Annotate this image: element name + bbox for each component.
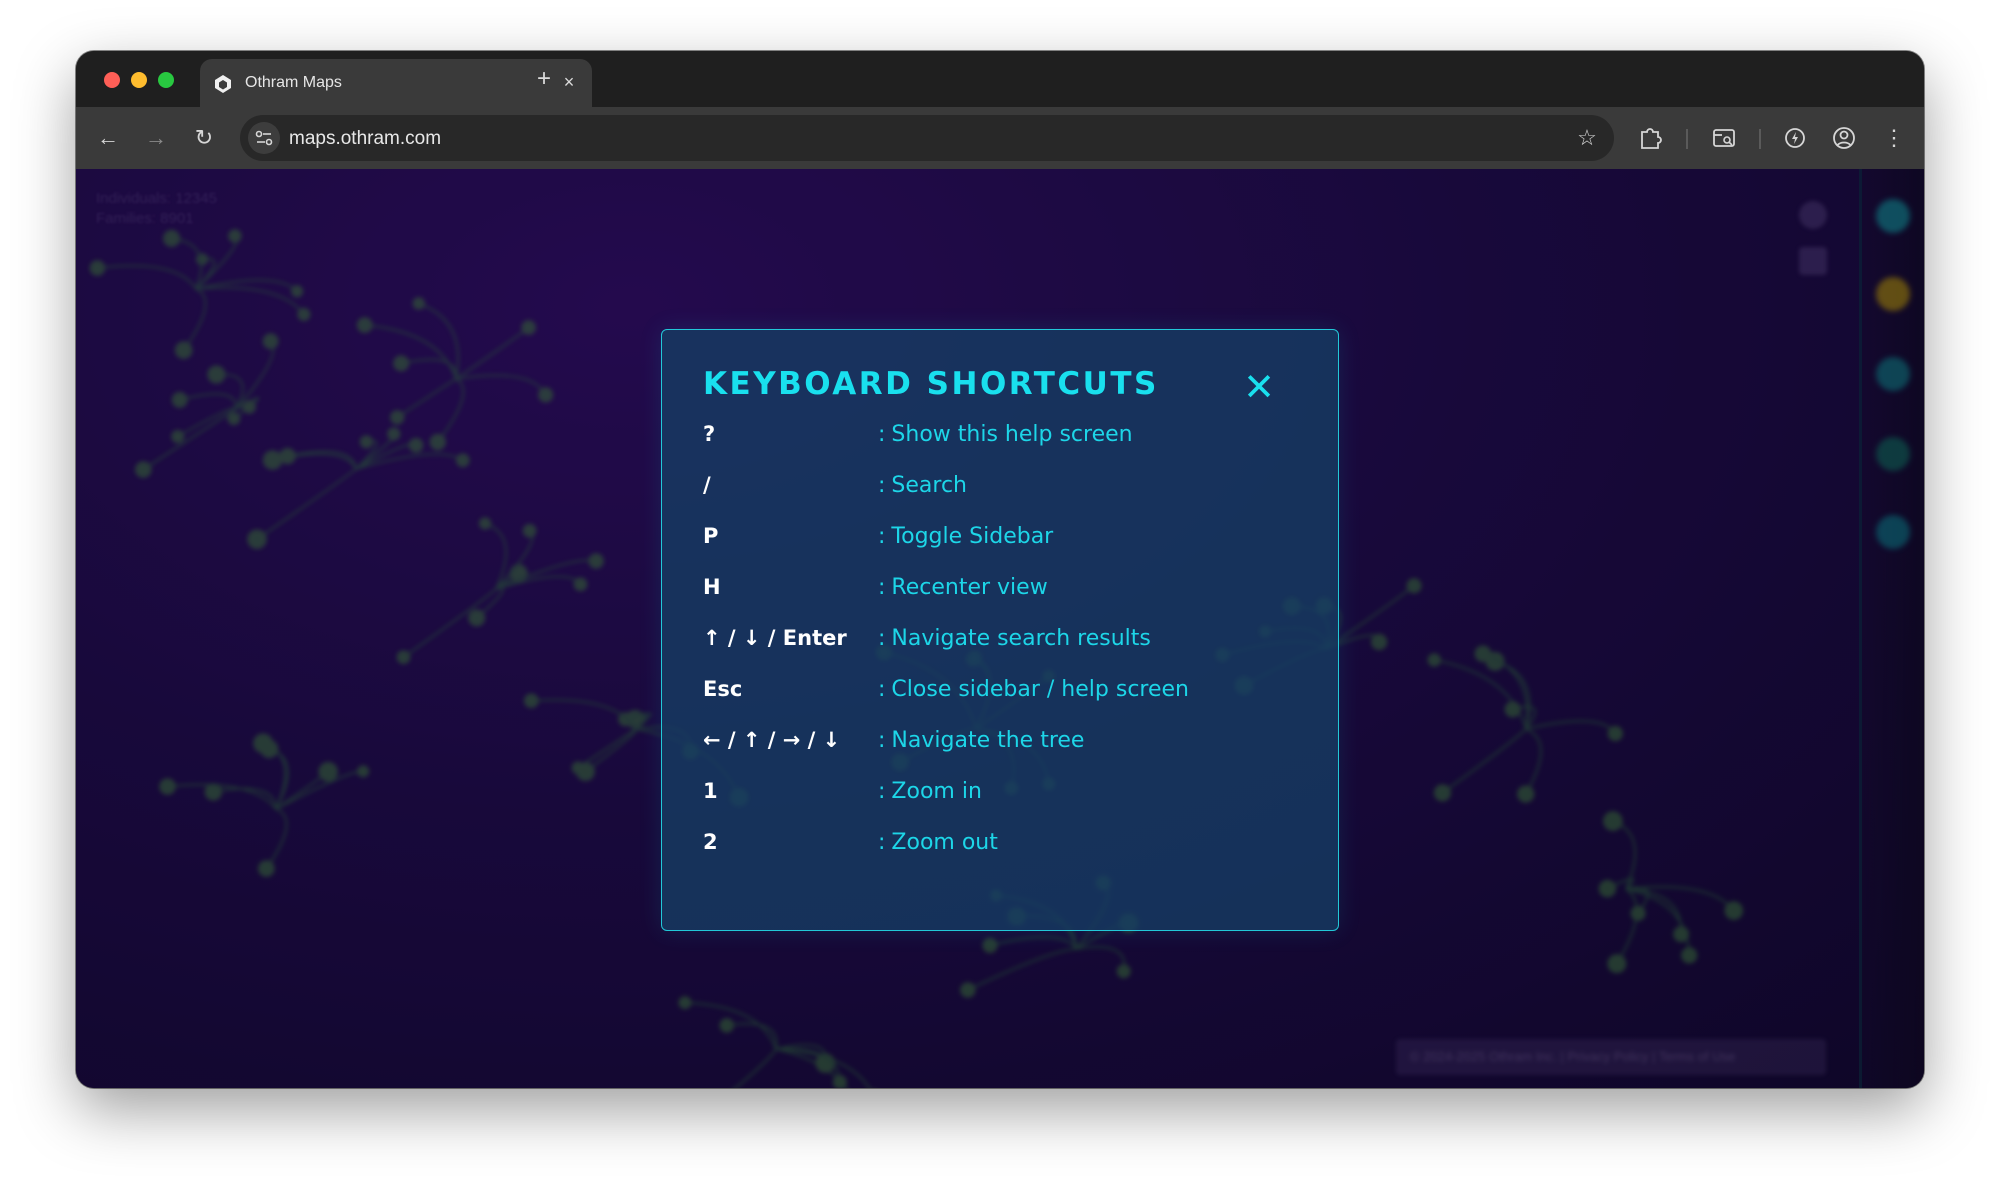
shortcut-row: /: Search	[703, 467, 1303, 507]
performance-icon[interactable]	[1779, 122, 1811, 154]
shortcut-colon: :	[878, 473, 886, 498]
shortcut-colon: :	[878, 779, 886, 804]
back-button[interactable]: ←	[90, 120, 126, 156]
shortcut-key: H	[703, 575, 721, 599]
shortcut-key: /	[703, 473, 711, 497]
shortcut-description-text: Navigate the tree	[891, 728, 1085, 753]
shortcut-description: : Zoom out	[878, 830, 998, 855]
tab-title: Othram Maps	[245, 74, 342, 91]
shortcut-description: : Zoom in	[878, 779, 982, 804]
url-text: maps.othram.com	[289, 128, 442, 149]
shortcut-key: 1	[703, 779, 718, 803]
close-tab-icon[interactable]: ×	[556, 69, 582, 95]
maximize-window-button[interactable]	[158, 72, 174, 88]
shortcut-key: ← / ↑ / → / ↓	[703, 728, 841, 752]
shortcut-key: 2	[703, 830, 718, 854]
shortcut-key: ?	[703, 422, 716, 446]
tune-icon	[255, 130, 273, 146]
shortcut-row: 2: Zoom out	[703, 824, 1303, 864]
shortcut-description-text: Toggle Sidebar	[891, 524, 1054, 549]
shortcut-description-text: Close sidebar / help screen	[891, 677, 1189, 702]
shortcut-description: : Navigate search results	[878, 626, 1151, 651]
shortcut-description: : Close sidebar / help screen	[878, 677, 1189, 702]
close-window-button[interactable]	[104, 72, 120, 88]
shortcut-key: ↑ / ↓ / Enter	[703, 626, 847, 650]
shortcut-row: ↑ / ↓ / Enter: Navigate search results	[703, 620, 1303, 660]
toolbar-separator	[1759, 129, 1761, 149]
shortcut-colon: :	[878, 728, 886, 753]
shortcut-description-text: Zoom out	[891, 830, 998, 855]
toolbar-separator	[1686, 129, 1688, 149]
dialog-title: KEYBOARD SHORTCUTS	[703, 366, 1159, 402]
shortcut-colon: :	[878, 626, 886, 651]
shortcut-description: : Search	[878, 473, 967, 498]
shortcut-row: 1: Zoom in	[703, 773, 1303, 813]
shortcut-description-text: Show this help screen	[891, 422, 1133, 447]
shortcut-description-text: Search	[891, 473, 968, 498]
forward-button[interactable]: →	[138, 120, 174, 156]
bookmark-star-icon[interactable]: ☆	[1574, 125, 1600, 151]
shortcut-description-text: Zoom in	[891, 779, 982, 804]
shortcut-row: P: Toggle Sidebar	[703, 518, 1303, 558]
shortcut-colon: :	[878, 830, 886, 855]
keyboard-shortcuts-dialog: KEYBOARD SHORTCUTS ✕ ?: Show this help sc…	[661, 329, 1339, 931]
shortcut-row: ← / ↑ / → / ↓: Navigate the tree	[703, 722, 1303, 762]
browser-toolbar: ← → ↻ maps.othram.com ☆ ⋮	[76, 107, 1924, 169]
reload-button[interactable]: ↻	[186, 120, 222, 156]
new-tab-button[interactable]: +	[530, 65, 558, 93]
site-info-button[interactable]	[248, 122, 280, 154]
shortcut-colon: :	[878, 677, 886, 702]
shortcut-description-text: Navigate search results	[891, 626, 1151, 651]
profile-icon[interactable]	[1828, 122, 1860, 154]
shortcut-colon: :	[878, 575, 886, 600]
shortcut-key: P	[703, 524, 719, 548]
address-bar[interactable]: maps.othram.com ☆	[240, 115, 1614, 161]
extensions-icon[interactable]	[1634, 122, 1666, 154]
browser-menu-icon[interactable]: ⋮	[1876, 120, 1912, 156]
shortcut-row: Esc: Close sidebar / help screen	[703, 671, 1303, 711]
shortcut-colon: :	[878, 422, 886, 447]
shortcut-description: : Show this help screen	[878, 422, 1133, 447]
shortcut-description-text: Recenter view	[891, 575, 1048, 600]
browser-window: Othram Maps × + ← → ↻ maps.othram.com ☆	[76, 51, 1924, 1088]
othram-logo-icon	[215, 75, 231, 93]
shortcut-row: ?: Show this help screen	[703, 416, 1303, 456]
shortcut-key: Esc	[703, 677, 743, 701]
shortcut-description: : Recenter view	[878, 575, 1048, 600]
tab-search-icon[interactable]	[1708, 122, 1740, 154]
shortcut-description: : Navigate the tree	[878, 728, 1084, 753]
close-icon[interactable]: ✕	[1240, 368, 1278, 406]
map-page: Individuals: 12345 Families: 8901 © 2024…	[76, 169, 1924, 1088]
shortcut-row: H: Recenter view	[703, 569, 1303, 609]
shortcut-description: : Toggle Sidebar	[878, 524, 1053, 549]
title-bar: Othram Maps × +	[76, 51, 1924, 107]
shortcut-colon: :	[878, 524, 886, 549]
minimize-window-button[interactable]	[131, 72, 147, 88]
